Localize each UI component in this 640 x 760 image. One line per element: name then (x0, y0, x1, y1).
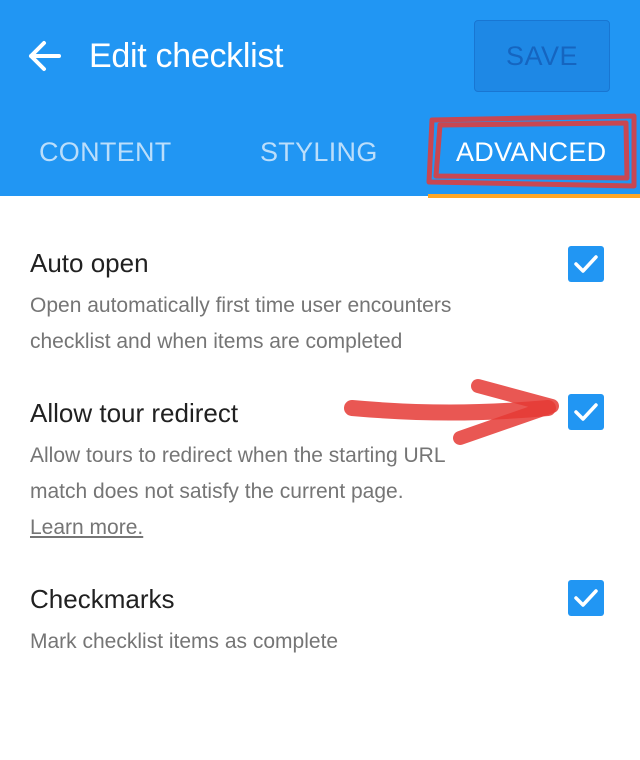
tab-advanced[interactable]: ADVANCED (456, 134, 606, 170)
checkmark-icon (574, 403, 598, 421)
active-tab-indicator (428, 194, 640, 198)
arrow-left-icon (29, 41, 61, 71)
description-line: Allow tours to redirect when the startin… (30, 444, 446, 467)
tab-styling[interactable]: STYLING (260, 134, 378, 170)
learn-more-link[interactable]: Learn more. (30, 510, 143, 546)
auto-open-checkbox[interactable] (568, 246, 604, 282)
setting-description: Allow tours to redirect when the startin… (30, 438, 550, 546)
description-line: match does not satisfy the current page. (30, 480, 404, 503)
edit-checklist-panel: Edit checklist SAVE CONTENT STYLING ADVA… (0, 0, 640, 760)
description-line: Open automatically first time user encou… (30, 294, 452, 317)
description-line: Mark checklist items as complete (30, 630, 339, 653)
checkmarks-checkbox[interactable] (568, 580, 604, 616)
setting-title: Allow tour redirect (30, 398, 239, 428)
setting-auto-open: Auto open Open automatically first time … (30, 246, 550, 360)
setting-allow-tour-redirect: Allow tour redirect Allow tours to redir… (30, 396, 550, 546)
tab-content[interactable]: CONTENT (39, 134, 172, 170)
page-title: Edit checklist (89, 37, 284, 75)
setting-title: Auto open (30, 248, 149, 278)
setting-description: Mark checklist items as complete (30, 624, 550, 660)
checkmark-icon (574, 255, 598, 273)
save-button[interactable]: SAVE (474, 20, 610, 92)
app-header: Edit checklist SAVE CONTENT STYLING ADVA… (0, 0, 640, 196)
setting-description: Open automatically first time user encou… (30, 288, 550, 360)
back-button[interactable] (22, 34, 66, 78)
allow-tour-redirect-checkbox[interactable] (568, 394, 604, 430)
setting-checkmarks: Checkmarks Mark checklist items as compl… (30, 582, 550, 660)
checkmark-icon (574, 589, 598, 607)
description-line: checklist and when items are completed (30, 330, 403, 353)
setting-title: Checkmarks (30, 584, 175, 614)
